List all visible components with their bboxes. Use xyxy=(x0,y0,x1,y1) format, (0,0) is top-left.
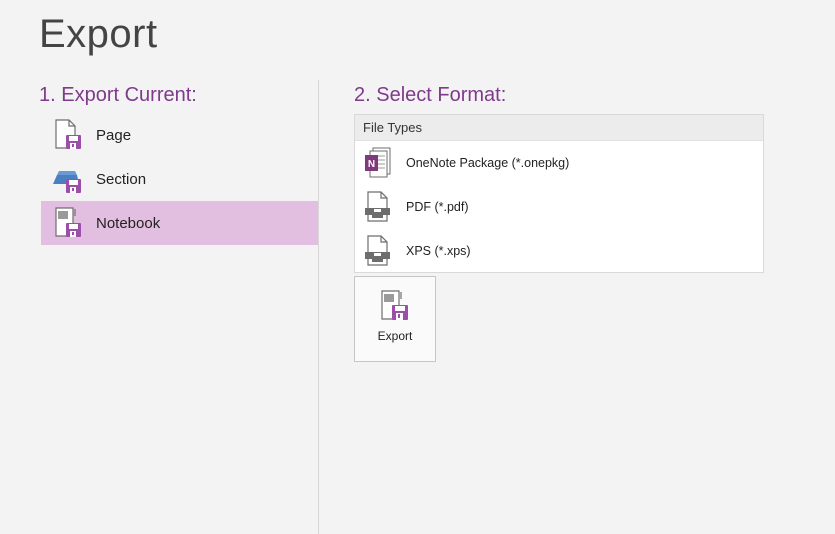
export-current-heading: 1. Export Current: xyxy=(39,84,197,106)
export-button[interactable]: Export xyxy=(354,276,436,362)
format-item-label: OneNote Package (*.onepkg) xyxy=(406,156,570,170)
export-scope-list: Page Section Notebook xyxy=(41,113,318,245)
onenote-package-icon: N xyxy=(363,146,393,180)
format-item-xps[interactable]: XPS (*.xps) xyxy=(355,229,763,273)
section-export-icon xyxy=(51,162,85,196)
select-format-heading: 2. Select Format: xyxy=(354,84,507,106)
export-icon xyxy=(379,289,411,323)
column-divider xyxy=(318,80,319,534)
format-item-label: XPS (*.xps) xyxy=(406,244,471,258)
export-button-label: Export xyxy=(377,329,413,343)
pdf-document-icon xyxy=(363,190,393,224)
scope-item-label: Section xyxy=(96,170,147,188)
scope-item-page[interactable]: Page xyxy=(41,113,318,157)
page-export-icon xyxy=(51,118,85,152)
file-types-header: File Types xyxy=(355,115,763,141)
svg-text:N: N xyxy=(368,159,375,170)
scope-item-section[interactable]: Section xyxy=(41,157,318,201)
format-item-onepkg[interactable]: N OneNote Package (*.onepkg) xyxy=(355,141,763,185)
format-item-label: PDF (*.pdf) xyxy=(406,200,469,214)
notebook-export-icon xyxy=(51,206,85,240)
scope-item-label: Notebook xyxy=(96,214,161,232)
scope-item-label: Page xyxy=(96,126,132,144)
xps-document-icon xyxy=(363,234,393,268)
page-title: Export xyxy=(39,12,158,56)
scope-item-notebook[interactable]: Notebook xyxy=(41,201,318,245)
format-item-pdf[interactable]: PDF (*.pdf) xyxy=(355,185,763,229)
file-types-list: File Types N OneNote Package (*.onepkg) xyxy=(354,114,764,273)
